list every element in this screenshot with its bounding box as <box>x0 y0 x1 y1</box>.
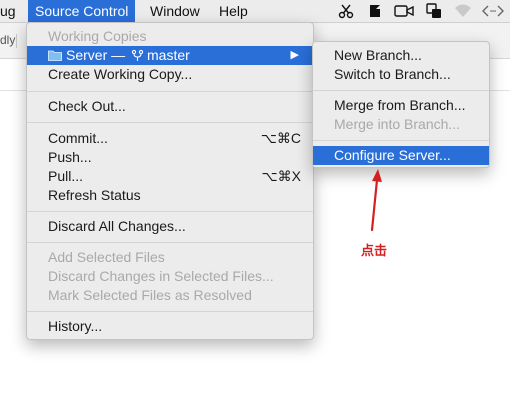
switch-branch-item[interactable]: Switch to Branch... <box>313 65 489 84</box>
history-item[interactable]: History... <box>27 317 313 336</box>
create-working-copy-item[interactable]: Create Working Copy... <box>27 65 313 84</box>
merge-into-branch-item[interactable]: Merge into Branch... <box>313 115 489 134</box>
menu-divider <box>27 91 313 92</box>
configure-server-item[interactable]: Configure Server... <box>313 146 489 165</box>
menu-debug[interactable]: ug <box>0 0 23 22</box>
code-brackets-icon[interactable] <box>482 3 504 19</box>
submenu-divider <box>313 140 489 141</box>
menu-divider <box>27 311 313 312</box>
server-submenu: New Branch... Switch to Branch... Merge … <box>312 41 490 168</box>
annotation-label: 点击 <box>361 244 388 259</box>
app-logo-icon[interactable] <box>367 3 383 19</box>
window-stack-icon[interactable] <box>426 3 442 19</box>
menu-divider <box>27 211 313 212</box>
folder-icon <box>48 50 62 61</box>
menu-window[interactable]: Window <box>143 0 207 22</box>
branch-name: master <box>147 47 190 63</box>
scissors-icon[interactable] <box>338 3 354 19</box>
commit-shortcut: ⌥⌘C <box>260 130 301 146</box>
menu-source-control[interactable]: Source Control <box>28 0 136 22</box>
discard-all-changes-item[interactable]: Discard All Changes... <box>27 217 313 236</box>
pull-label: Pull... <box>48 168 84 184</box>
menu-divider <box>27 242 313 243</box>
toolbar-divider <box>16 34 17 48</box>
server-master-item[interactable]: Server — master ▶ <box>27 46 313 65</box>
pull-item[interactable]: Pull... ⌥⌘X <box>27 167 313 186</box>
annotation-arrow <box>370 169 382 232</box>
toolbar-partial-label: dly <box>0 33 16 47</box>
menu-bar: ug Source Control Window Help <box>0 0 510 23</box>
commit-label: Commit... <box>48 130 108 146</box>
discard-selected-item[interactable]: Discard Changes in Selected Files... <box>27 267 313 286</box>
refresh-status-item[interactable]: Refresh Status <box>27 186 313 205</box>
source-control-menu: Working Copies Server — master ▶ Create … <box>26 22 314 340</box>
video-camera-icon[interactable] <box>394 3 414 19</box>
server-item-label: Server — <box>66 47 130 63</box>
submenu-divider <box>313 90 489 91</box>
branch-icon <box>131 49 144 61</box>
mark-resolved-item[interactable]: Mark Selected Files as Resolved <box>27 286 313 305</box>
add-selected-files-item[interactable]: Add Selected Files <box>27 248 313 267</box>
menu-divider <box>27 122 313 123</box>
pull-shortcut: ⌥⌘X <box>261 168 301 184</box>
commit-item[interactable]: Commit... ⌥⌘C <box>27 129 313 148</box>
submenu-arrow-icon: ▶ <box>290 49 299 61</box>
merge-from-branch-item[interactable]: Merge from Branch... <box>313 96 489 115</box>
wifi-icon[interactable] <box>454 3 472 19</box>
menu-help[interactable]: Help <box>212 0 255 22</box>
check-out-item[interactable]: Check Out... <box>27 97 313 116</box>
new-branch-item[interactable]: New Branch... <box>313 46 489 65</box>
push-item[interactable]: Push... <box>27 148 313 167</box>
working-copies-header: Working Copies <box>48 28 147 44</box>
